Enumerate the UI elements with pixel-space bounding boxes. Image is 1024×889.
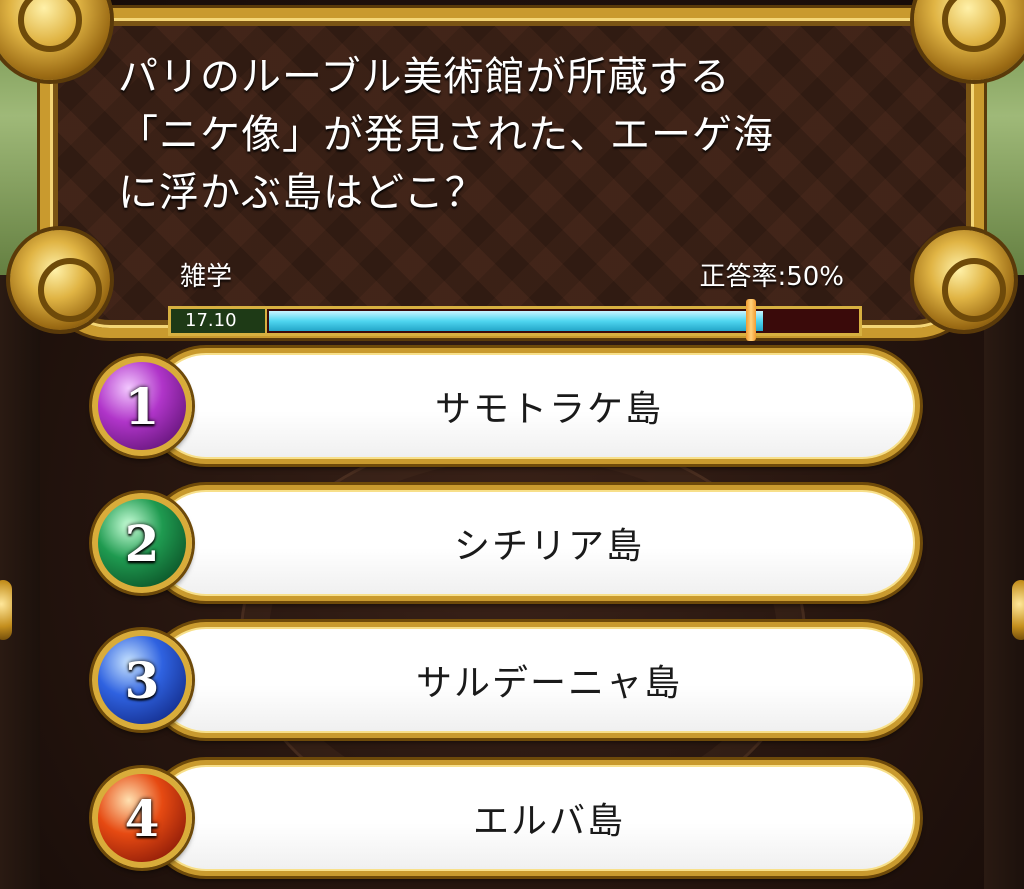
side-knob-right-icon bbox=[1012, 580, 1024, 640]
answer-face-4[interactable]: エルバ島 bbox=[153, 765, 915, 871]
answer-face-3[interactable]: サルデーニャ島 bbox=[153, 627, 915, 733]
answer-label-1: サモトラケ島 bbox=[434, 389, 663, 430]
correct-rate-label: 正答率:50% bbox=[699, 262, 844, 292]
timer-marker-icon bbox=[746, 299, 756, 341]
timer-value: 17.10 bbox=[171, 309, 267, 333]
side-knob-left-icon bbox=[0, 580, 12, 640]
answer-number-2: 2 bbox=[124, 513, 160, 573]
answer-number-1: 1 bbox=[124, 376, 160, 436]
answer-orb-3-icon[interactable]: 3 bbox=[92, 630, 192, 730]
answer-orb-1-icon[interactable]: 1 bbox=[92, 356, 192, 456]
answer-orb-2-icon[interactable]: 2 bbox=[92, 493, 192, 593]
answer-number-3: 3 bbox=[124, 650, 160, 710]
genre-label: 雑学 bbox=[180, 262, 233, 292]
answer-button-4[interactable]: エルバ島 bbox=[148, 760, 920, 876]
question-text: パリのルーブル美術館が所蔵する 「ニケ像」が発見された、エーゲ海 に浮かぶ島はど… bbox=[118, 54, 774, 216]
timer-fill bbox=[269, 311, 763, 331]
answer-face-2[interactable]: シチリア島 bbox=[153, 490, 915, 596]
answer-face-1[interactable]: サモトラケ島 bbox=[153, 353, 915, 459]
ornament-bottom-left-icon bbox=[10, 230, 110, 330]
answer-button-3[interactable]: サルデーニャ島 bbox=[148, 622, 920, 738]
quiz-screen: パリのルーブル美術館が所蔵する 「ニケ像」が発見された、エーゲ海 に浮かぶ島はど… bbox=[0, 0, 1024, 889]
answer-label-4: エルバ島 bbox=[472, 801, 625, 842]
answer-label-3: サルデーニャ島 bbox=[415, 663, 682, 704]
answer-label-2: シチリア島 bbox=[453, 526, 644, 567]
answer-button-2[interactable]: シチリア島 bbox=[148, 485, 920, 601]
answer-orb-4-icon[interactable]: 4 bbox=[92, 768, 192, 868]
ornament-bottom-right-icon bbox=[914, 230, 1014, 330]
timer-bar: 17.10 bbox=[168, 299, 862, 341]
answer-button-1[interactable]: サモトラケ島 bbox=[148, 348, 920, 464]
answer-number-4: 4 bbox=[124, 788, 160, 848]
